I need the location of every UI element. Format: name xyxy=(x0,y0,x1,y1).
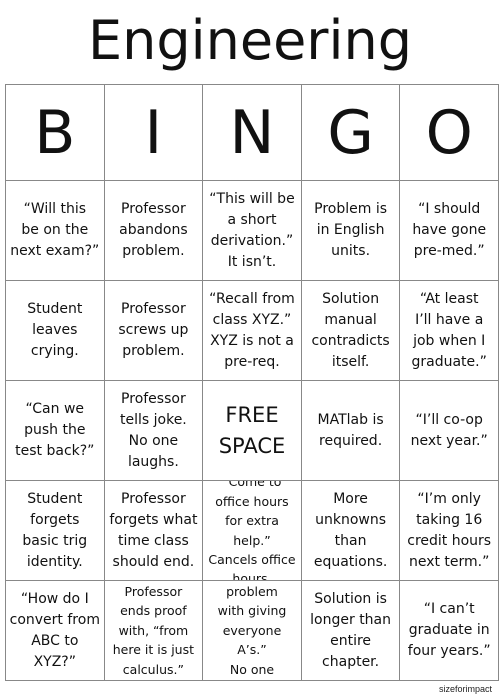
bingo-square: “How do I convert from ABC to XYZ?” xyxy=(6,581,105,681)
bingo-square: “At least I’ll have a job when I graduat… xyxy=(400,281,499,381)
column-header-o: O xyxy=(400,85,499,181)
bingo-square: “I have no problem with giving everyone … xyxy=(203,581,302,681)
bingo-card: B I N G O “Will this be on the next exam… xyxy=(5,84,499,681)
bingo-square: Solution manual contradicts itself. xyxy=(301,281,401,381)
bingo-square: “I should have gone pre-med.” xyxy=(400,181,499,281)
bingo-square: “Recall from class XYZ.” XYZ is not a pr… xyxy=(203,281,302,381)
bingo-square: “Will this be on the next exam?” xyxy=(6,181,105,281)
bingo-square: “I’m only taking 16 credit hours next te… xyxy=(400,481,499,581)
bingo-square: Student leaves crying. xyxy=(6,281,105,381)
bingo-square: MATlab is required. xyxy=(301,381,401,481)
bingo-square: Professor forgets what time class should… xyxy=(104,481,204,581)
bingo-square: “Can we push the test back?” xyxy=(6,381,105,481)
bingo-square: Professor ends proof with, “from here it… xyxy=(104,581,204,681)
bingo-square: “I can’t graduate in four years.” xyxy=(400,581,499,681)
free-space-square: FREE SPACE xyxy=(203,381,302,481)
column-header-b: B xyxy=(6,85,105,181)
bingo-square: More unknowns than equations. xyxy=(301,481,401,581)
column-header-i: I xyxy=(104,85,204,181)
bingo-square: Professor tells joke. No one laughs. xyxy=(104,381,204,481)
column-header-n: N xyxy=(203,85,302,181)
bingo-square: “Come to office hours for extra help.” C… xyxy=(203,481,302,581)
bingo-square: “I’ll co-op next year.” xyxy=(400,381,499,481)
bingo-square: Professor abandons problem. xyxy=(104,181,204,281)
bingo-square: Student forgets basic trig identity. xyxy=(6,481,105,581)
bingo-square: “This will be a short derivation.” It is… xyxy=(203,181,302,281)
bingo-square: Problem is in English units. xyxy=(301,181,401,281)
page-title: Engineering xyxy=(88,8,412,72)
bingo-square: Solution is longer than entire chapter. xyxy=(301,581,401,681)
column-header-g: G xyxy=(301,85,401,181)
watermark-credit: sizeforimpact xyxy=(438,684,492,694)
bingo-square: Professor screws up problem. xyxy=(104,281,204,381)
